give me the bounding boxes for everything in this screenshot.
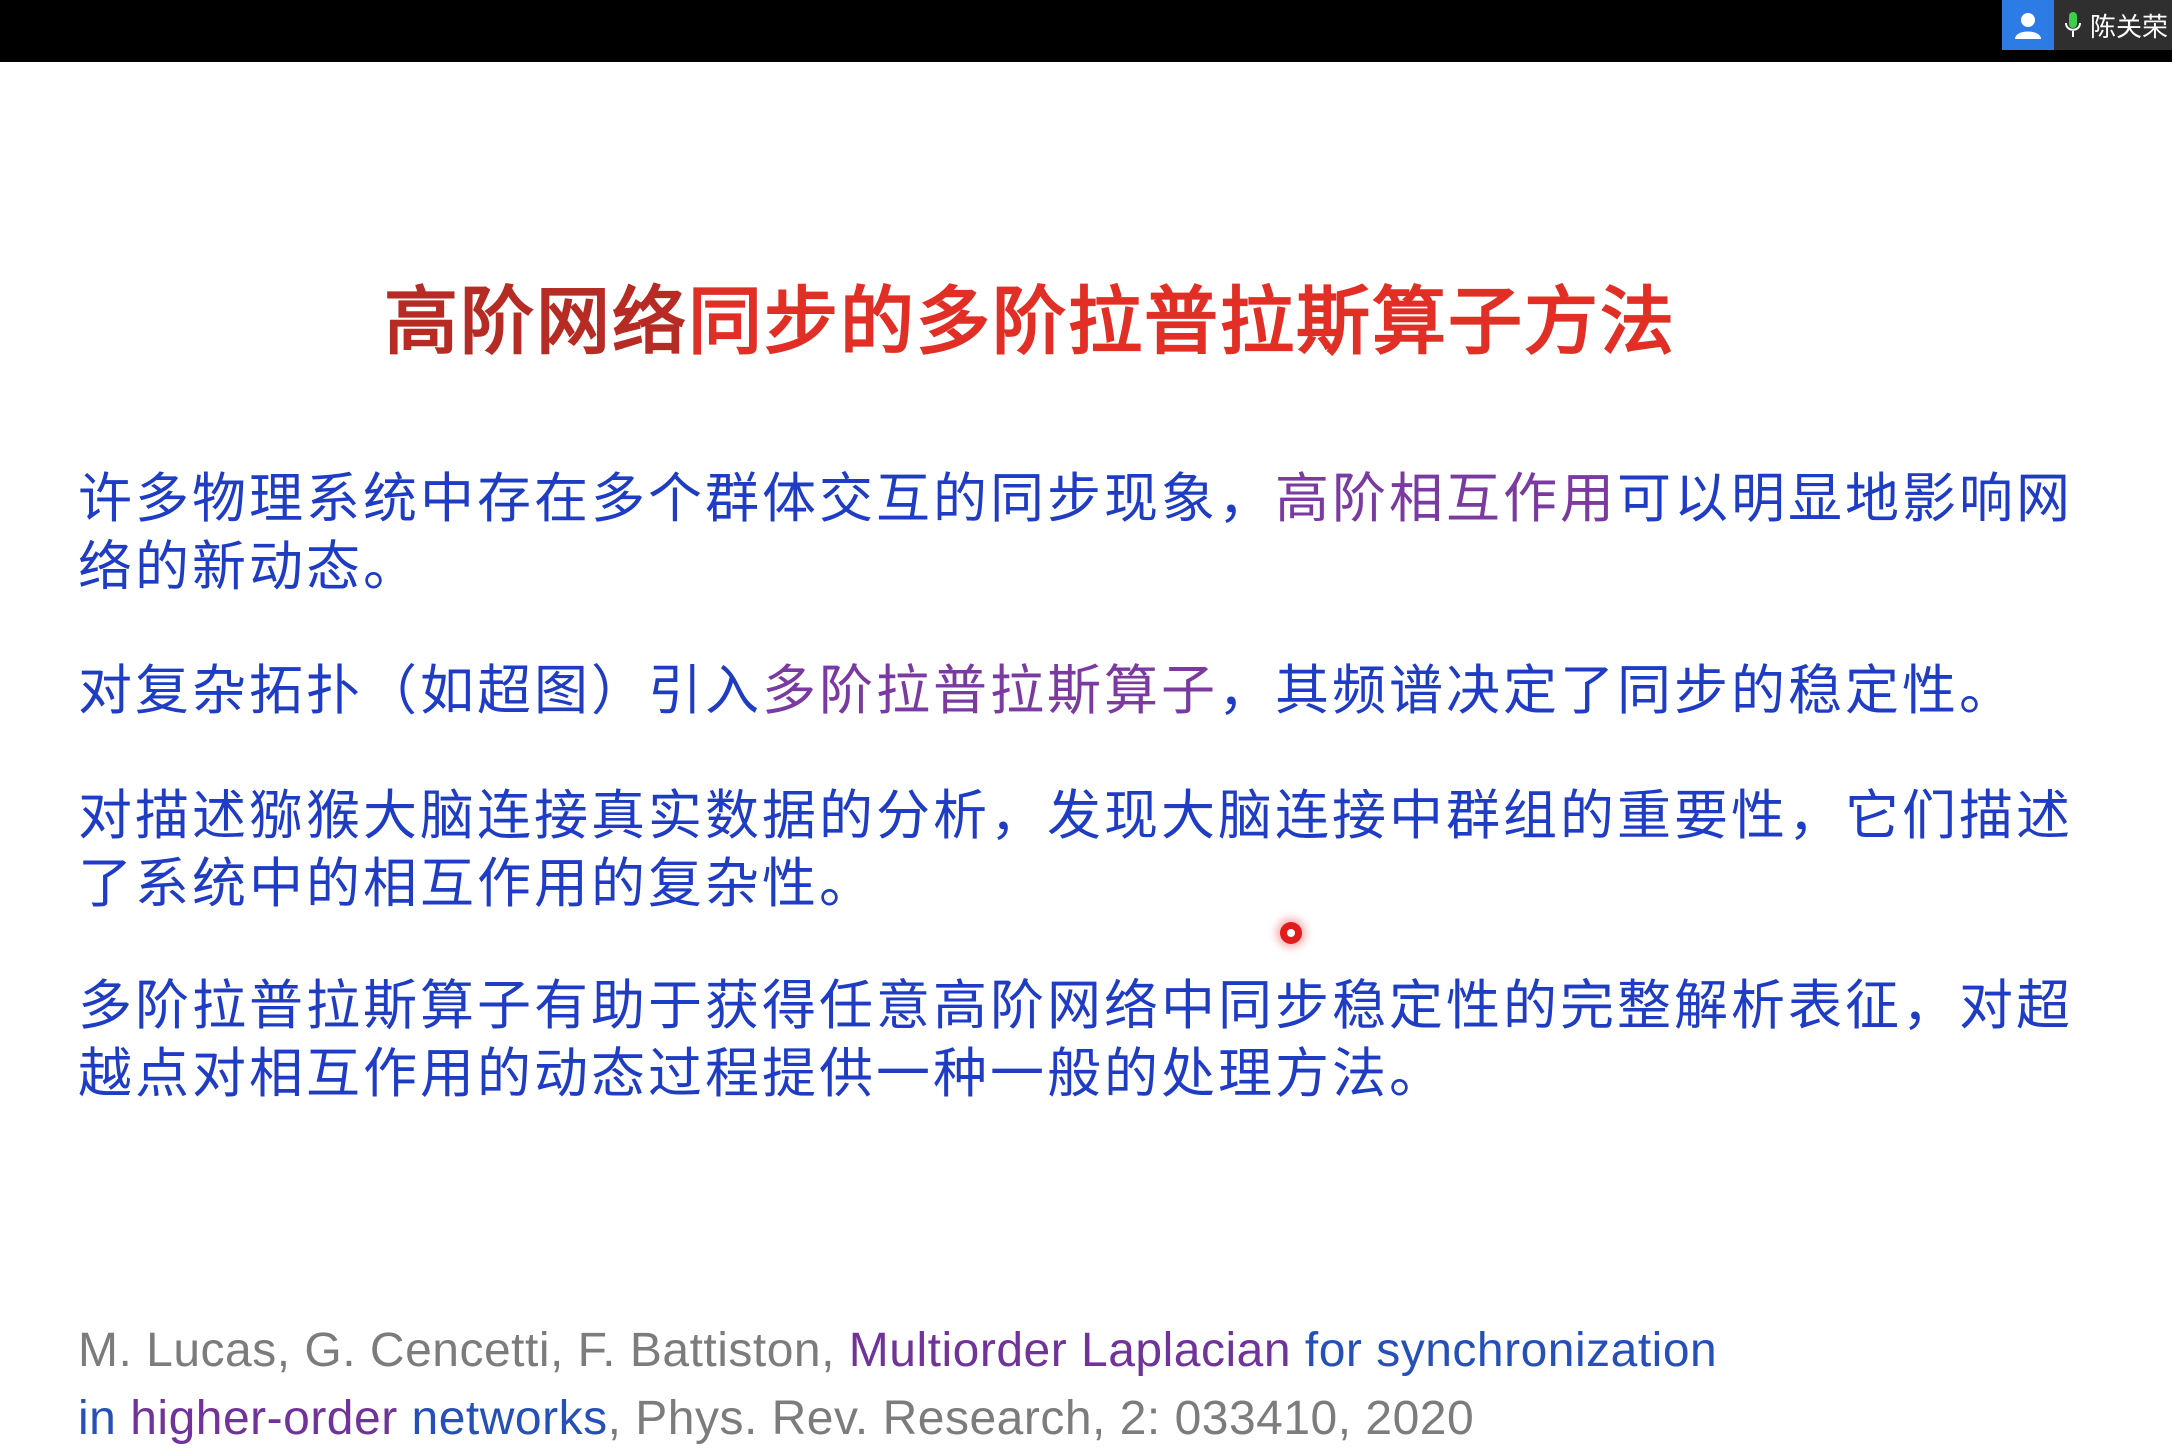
reference-title-part-3: in	[78, 1392, 131, 1445]
paragraph-2-highlight: 多阶拉普拉斯算子	[762, 659, 1218, 722]
slide-title: 高阶网络同步的多阶拉普拉斯算子方法	[0, 262, 2060, 369]
reference-citation: M. Lucas, G. Cencetti, F. Battiston, Mul…	[78, 1317, 2078, 1453]
reference-title-part-1: Multiorder Laplacian	[848, 1324, 1292, 1377]
person-icon	[2001, 0, 2054, 50]
paragraph-2: 对复杂拓扑（如超图）引入多阶拉普拉斯算子，其频谱决定了同步的稳定性。	[78, 657, 2078, 725]
title-part-1: 高阶网络	[384, 279, 688, 365]
paragraph-1-text-a: 许多物理系统中存在多个群体交互的同步现象，	[78, 467, 1275, 530]
title-part-2: 同步的多阶拉普拉斯算子方法	[688, 279, 1676, 365]
reference-journal: , Phys. Rev. Research, 2: 033410, 2020	[607, 1392, 1475, 1445]
paragraph-2-text-a: 对复杂拓扑（如超图）引入	[78, 659, 762, 722]
paragraph-1: 许多物理系统中存在多个群体交互的同步现象，高阶相互作用可以明显地影响网络的新动态…	[78, 465, 2078, 601]
reference-title-part-4: higher-order	[130, 1392, 398, 1445]
paragraph-4: 多阶拉普拉斯算子有助于获得任意高阶网络中同步稳定性的完整解析表征，对超越点对相互…	[78, 974, 2073, 1105]
paragraph-1-highlight: 高阶相互作用	[1275, 467, 1617, 530]
paragraph-2-text-c: ，其频谱决定了同步的稳定性。	[1218, 659, 2016, 722]
meeting-top-bar: 陈关荣	[0, 0, 2172, 62]
speaker-name-box: 陈关荣	[2053, 0, 2172, 50]
reference-title-part-2: for synchronization	[1291, 1324, 1718, 1377]
reference-title-part-5: networks	[397, 1392, 608, 1445]
presentation-slide: 高阶网络同步的多阶拉普拉斯算子方法 许多物理系统中存在多个群体交互的同步现象，高…	[0, 62, 2172, 1445]
microphone-icon	[2064, 10, 2082, 40]
active-speaker-indicator[interactable]: 陈关荣	[2001, 0, 2172, 50]
paragraph-3: 对描述猕猴大脑连接真实数据的分析，发现大脑连接中群组的重要性，它们描述了系统中的…	[78, 784, 2073, 915]
speaker-name: 陈关荣	[2089, 12, 2168, 43]
reference-authors: M. Lucas, G. Cencetti, F. Battiston,	[78, 1324, 849, 1377]
laser-pointer	[1280, 922, 1302, 944]
